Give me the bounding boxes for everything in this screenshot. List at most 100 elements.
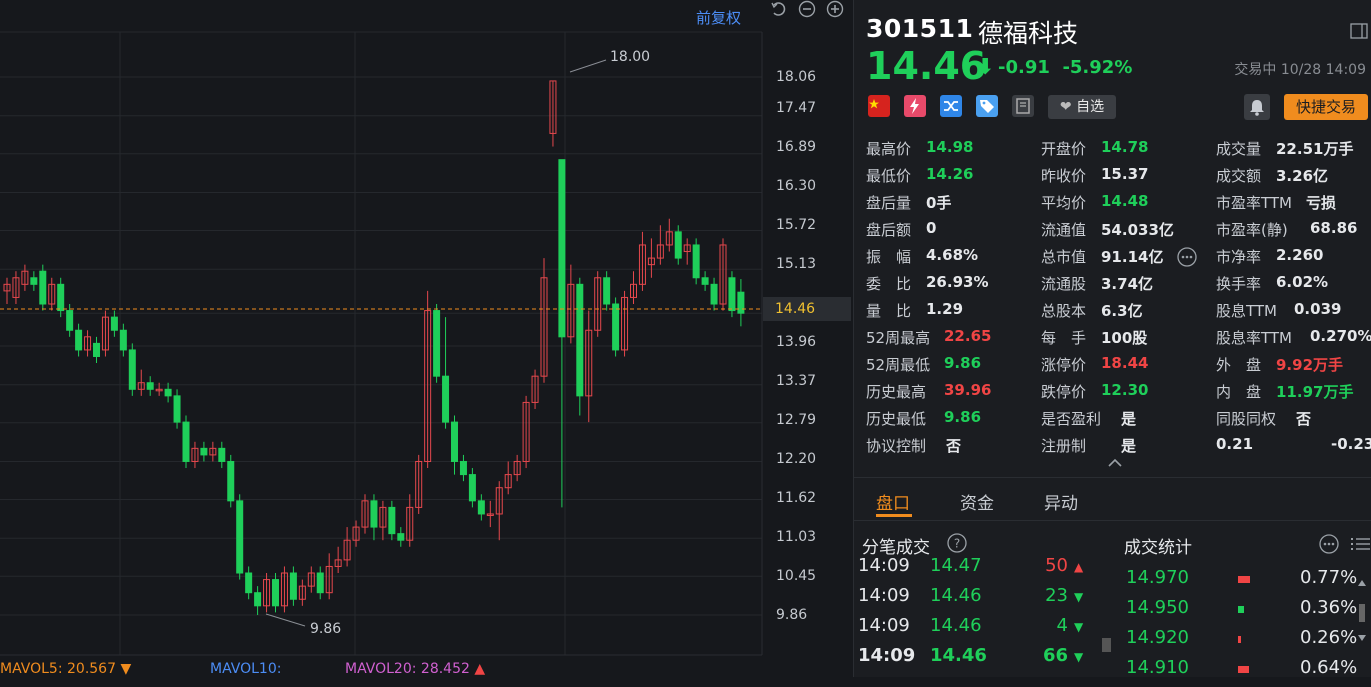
high-price-tag: 18.00 [610, 49, 651, 65]
tick-volume: 50 [1045, 555, 1068, 576]
stat-price: 14.910 [1126, 657, 1189, 678]
quote-label: 昨收价 [1041, 167, 1087, 185]
quote-value: 否 [946, 437, 962, 455]
down-triangle-icon: ▼ [1074, 650, 1084, 664]
price-axis-label: 13.96 [776, 334, 817, 350]
collapse-chevron-icon[interactable] [1106, 456, 1124, 468]
tick-time: 14:09 [858, 615, 910, 636]
list-menu-icon[interactable] [1350, 533, 1371, 555]
candle-body [272, 579, 279, 607]
scroll-handle[interactable] [1102, 638, 1111, 652]
kline-svg[interactable] [0, 0, 852, 677]
tick-volume: 4 [1056, 615, 1068, 636]
price-axis-label: 18.06 [776, 69, 817, 85]
quote-value: 3.74亿 [1101, 275, 1154, 293]
cn-flag-icon [868, 95, 890, 117]
quote-label: 股息TTM [1216, 302, 1278, 320]
alert-bell-button[interactable] [1244, 94, 1270, 120]
quote-label: 52周最低 [866, 356, 931, 374]
zoom-in-icon[interactable] [826, 0, 844, 18]
candle-body [692, 244, 700, 279]
quote-label: 是否盈利 [1041, 410, 1102, 428]
quote-value: 14.78 [1101, 138, 1149, 156]
quote-label: 历史最低 [866, 410, 927, 428]
quote-label: 盘后额 [866, 221, 912, 239]
restore-rights-button[interactable]: 前复权 [696, 7, 741, 28]
notes-icon[interactable] [1012, 95, 1034, 117]
down-triangle-icon: ▼ [1074, 620, 1084, 634]
price-axis-label: 16.89 [776, 139, 817, 155]
tick-row: 14:09 14.46 23 ▼ [854, 585, 1104, 615]
trade-stats-title: 成交统计 [1124, 538, 1192, 558]
quote-label: 涨停价 [1041, 356, 1087, 374]
quote-label: 同股同权 [1216, 410, 1277, 428]
high-leader-line [569, 59, 607, 73]
tick-row: 14:09 14.46 66 ▼ [854, 645, 1104, 675]
add-watchlist-button[interactable]: ❤ 自选 [1048, 95, 1116, 119]
mavol5-legend: MAVOL5: 20.567 ▼ [0, 661, 132, 677]
quote-value: 6.02% [1276, 273, 1329, 291]
zoom-out-icon[interactable] [798, 0, 816, 18]
tick-volume: 23 [1045, 585, 1068, 606]
candle-body [30, 277, 38, 285]
quote-value: 是 [1121, 410, 1137, 428]
tag-icon[interactable] [976, 95, 998, 117]
quote-value: 6.3亿 [1101, 302, 1143, 320]
stat-pct: 0.26% [1300, 627, 1358, 648]
quick-trade-button[interactable]: 快捷交易 [1284, 94, 1368, 120]
candle-body [93, 342, 100, 357]
margin-trading-icon[interactable] [904, 95, 926, 117]
quote-value: 22.51万手 [1276, 140, 1354, 158]
panel-tabs: 盘口 资金 异动 [854, 477, 1371, 521]
tab-anomaly[interactable]: 异动 [1044, 489, 1078, 514]
quote-value: 100股 [1101, 329, 1148, 347]
quote-value: 54.033亿 [1101, 221, 1174, 239]
last-price: 14.46 [866, 44, 987, 88]
quote-label: 成交量 [1216, 140, 1262, 158]
quote-value: 0手 [926, 194, 952, 212]
tick-volume: 66 [1042, 645, 1068, 666]
tick-price: 14.46 [930, 585, 982, 606]
quote-label: 市盈率TTM [1216, 194, 1293, 212]
stat-row: 14.970 0.77% [1124, 567, 1364, 597]
quote-value: 9.86 [944, 408, 982, 426]
quote-label: 成交额 [1216, 167, 1262, 185]
quote-value: 亏损 [1306, 194, 1337, 212]
quote-value: 12.30 [1101, 381, 1149, 399]
candlestick-chart[interactable]: 前复权 18.00 9.86 18.06 17.47 16.89 16.30 15.72… [0, 0, 852, 677]
price-axis-label: 11.03 [776, 529, 817, 545]
price-axis-label: 16.30 [776, 178, 817, 194]
quote-value: 是 [1121, 437, 1137, 455]
quote-value: 3.26亿 [1276, 167, 1329, 185]
tab-funds[interactable]: 资金 [960, 489, 994, 514]
quote-value: 1.29 [926, 300, 964, 318]
undo-icon[interactable] [770, 0, 788, 18]
tick-row: 14:09 14.46 4 ▼ [854, 615, 1104, 645]
candle-body [397, 533, 405, 541]
tab-order-book[interactable]: 盘口 [876, 489, 910, 514]
price-axis-label: 12.20 [776, 451, 817, 467]
help-icon[interactable]: ? [946, 532, 968, 554]
current-price-marker: 14.46 [763, 297, 851, 321]
low-price-tag: 9.86 [310, 621, 342, 637]
candle-body [388, 506, 396, 535]
candle-body [128, 349, 136, 390]
candle-body [558, 159, 566, 338]
candle-body [164, 388, 172, 397]
candle-body [236, 500, 244, 574]
panel-toggle-icon[interactable] [1350, 22, 1368, 40]
price-axis-label: 15.13 [776, 256, 817, 272]
quote-value: 4.68% [926, 246, 979, 264]
quote-value: 22.65 [944, 327, 992, 345]
stats-more-icon[interactable] [1318, 533, 1340, 555]
quote-label: 内 盘 [1216, 383, 1262, 401]
stats-scrollbar[interactable] [1355, 578, 1369, 677]
stat-row: 14.920 0.26% [1124, 627, 1364, 657]
price-axis-label: 11.62 [776, 490, 817, 506]
more-options-icon[interactable] [1176, 246, 1198, 268]
candle-body [674, 231, 682, 259]
active-tab-indicator [876, 514, 912, 517]
shuffle-icon[interactable] [940, 95, 962, 117]
stat-bar [1238, 666, 1249, 673]
price-axis-label: 10.45 [776, 568, 817, 584]
